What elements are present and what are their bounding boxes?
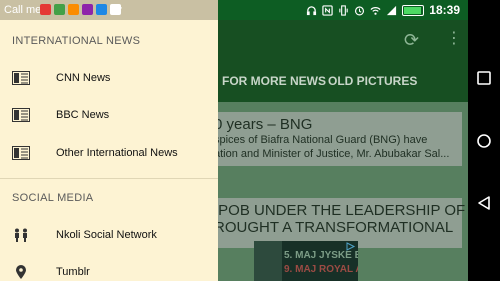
ad-text-line: 9. MAJ ROYAL ARENA (284, 264, 358, 275)
clock: 18:39 (429, 3, 460, 17)
notification-icon (68, 4, 79, 15)
drawer-item-label: CNN News (56, 72, 111, 84)
vibrate-icon (339, 4, 349, 16)
nfc-icon (322, 4, 333, 16)
recent-apps-icon[interactable] (476, 70, 492, 86)
ad-text-line: 5. MAJ JYSKE BANK BOXEN (284, 250, 358, 261)
news-card[interactable]: 0 years – BNG spices of Biafra National … (218, 112, 462, 166)
news-card-title: 0 years – BNG (218, 116, 313, 133)
notification-icon (54, 4, 65, 15)
news-card-snippet: spices of Biafra National Guard (BNG) ha… (218, 134, 428, 146)
app-main-content: ⟳ ⋮ FOR MORE NEWS OLD PICTURES 0 years –… (218, 20, 468, 281)
news-card-snippet: ation and Minister of Justice, Mr. Abuba… (218, 148, 450, 160)
location-pin-icon (16, 265, 26, 279)
back-icon[interactable] (476, 195, 492, 211)
notification-icon (82, 4, 93, 15)
news-card-title-line: ROUGHT A TRANSFORMATIONAL (218, 219, 454, 236)
people-icon (15, 228, 27, 242)
ad-choices-icon[interactable] (346, 242, 356, 251)
tab-bar: FOR MORE NEWS OLD PICTURES (218, 62, 468, 102)
signal-icon (387, 5, 397, 15)
news-card-title: IPOB UNDER THE LEADERSHIP OF (218, 202, 466, 219)
navigation-drawer: INTERNATIONAL NEWS CNN News BBC News Oth… (0, 20, 218, 281)
notification-icons (40, 4, 121, 15)
section-divider (0, 178, 218, 179)
wifi-icon (370, 6, 381, 15)
drawer-item-label: BBC News (56, 109, 110, 121)
newspaper-icon (12, 108, 30, 122)
drawer-item-label: Tumblr (56, 266, 90, 278)
more-notifications-icon: ··· (112, 2, 123, 14)
alarm-icon (355, 5, 365, 15)
refresh-icon[interactable]: ⟳ (404, 30, 424, 50)
drawer-item-bbc-news[interactable]: BBC News (0, 97, 218, 133)
app-toolbar: ⟳ ⋮ (218, 20, 468, 62)
drawer-item-nkoli-social-network[interactable]: Nkoli Social Network (0, 217, 218, 253)
drawer-item-label: Nkoli Social Network (56, 229, 157, 241)
status-bar: Call me ··· 18:39 (0, 0, 468, 20)
section-header-international-news: INTERNATIONAL NEWS (12, 35, 141, 47)
status-bar-drawer-part: Call me ··· (0, 0, 218, 20)
notification-icon (96, 4, 107, 15)
system-navigation-bar (468, 0, 500, 281)
newspaper-icon (12, 71, 30, 85)
drawer-item-cnn-news[interactable]: CNN News (0, 60, 218, 96)
section-header-social-media: SOCIAL MEDIA (12, 192, 94, 204)
tab-for-more-news[interactable]: FOR MORE NEWS (222, 74, 326, 88)
headset-icon (307, 5, 317, 15)
carrier-label: Call me (4, 4, 42, 16)
battery-icon (402, 4, 425, 16)
overflow-menu-icon[interactable]: ⋮ (446, 29, 462, 49)
drawer-item-label: Other International News (56, 147, 178, 159)
status-icons: 18:39 (306, 3, 460, 17)
ad-banner[interactable]: 5. MAJ JYSKE BANK BOXEN 9. MAJ ROYAL ARE… (254, 241, 358, 281)
newspaper-icon (12, 146, 30, 160)
notification-icon (40, 4, 51, 15)
home-icon[interactable] (476, 133, 492, 149)
tab-old-pictures[interactable]: OLD PICTURES (328, 74, 417, 88)
drawer-item-tumblr[interactable]: Tumblr (0, 254, 218, 281)
ad-image (254, 241, 282, 281)
drawer-item-other-international-news[interactable]: Other International News (0, 135, 218, 171)
